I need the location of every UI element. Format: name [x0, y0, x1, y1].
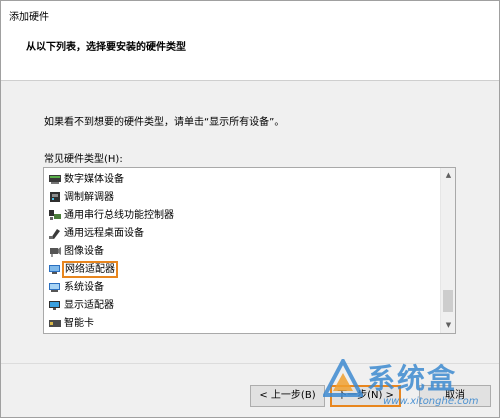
next-button[interactable]: 下一步(N) > — [330, 385, 401, 407]
modem-icon — [50, 192, 60, 202]
system-device-icon — [49, 283, 60, 292]
info-text: 如果看不到想要的硬件类型，请单击“显示所有设备”。 — [44, 117, 285, 128]
scroll-up-arrow-icon[interactable]: ▲ — [441, 168, 455, 183]
list-item[interactable]: 图像设备 — [45, 243, 437, 260]
network-adapter-icon — [49, 265, 60, 274]
remote-desktop-icon — [49, 229, 60, 239]
smart-card-icon — [49, 320, 61, 327]
back-button[interactable]: < 上一步(B) — [250, 385, 325, 407]
cancel-button[interactable]: 取消 — [419, 385, 491, 407]
list-item[interactable]: 调制解调器 — [45, 189, 437, 206]
camera-icon — [50, 247, 61, 257]
page-subtitle: 从以下列表，选择要安装的硬件类型 — [26, 42, 186, 53]
list-item[interactable]: 智能卡 — [45, 315, 437, 332]
list-item[interactable]: 显示适配器 — [45, 297, 437, 314]
list-item[interactable]: 通用串行总线功能控制器 — [45, 207, 437, 224]
list-item[interactable]: 系统设备 — [45, 279, 437, 296]
display-adapter-icon — [49, 301, 60, 310]
media-device-icon — [49, 175, 61, 184]
list-scrollbar[interactable]: ▲ ▼ — [440, 168, 455, 333]
scrollbar-thumb[interactable] — [443, 290, 453, 312]
list-item-selected[interactable]: 网络适配器 — [45, 261, 437, 278]
list-item[interactable]: 数字媒体设备 — [45, 171, 437, 188]
footer-divider — [1, 363, 499, 364]
list-item[interactable]: 通用远程桌面设备 — [45, 225, 437, 242]
hardware-type-label: 常见硬件类型(H): — [44, 154, 123, 165]
usb-controller-icon — [49, 210, 61, 220]
scroll-down-arrow-icon[interactable]: ▼ — [441, 318, 455, 333]
dialog-header: 添加硬件 从以下列表，选择要安装的硬件类型 — [1, 1, 499, 81]
add-hardware-dialog: 添加硬件 从以下列表，选择要安装的硬件类型 如果看不到想要的硬件类型，请单击“显… — [0, 0, 500, 418]
hardware-type-list[interactable]: 数字媒体设备 调制解调器 通用串行总线功能控制器 通用远程桌面设备 图像设备 网 — [43, 167, 456, 334]
window-title: 添加硬件 — [9, 12, 49, 23]
